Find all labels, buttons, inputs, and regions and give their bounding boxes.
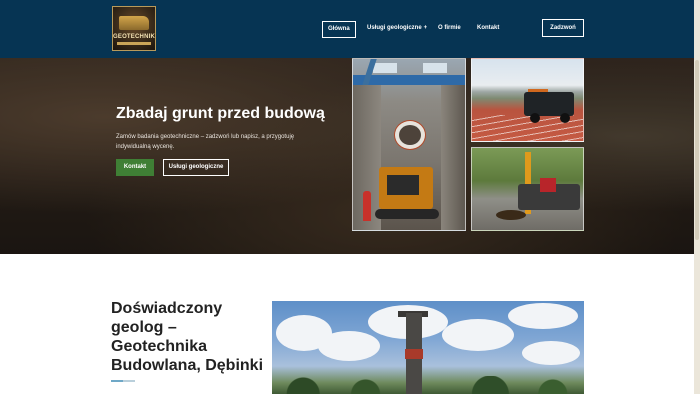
nav-item-o-firmie[interactable]: O firmie: [438, 21, 461, 36]
title-accent-line: [123, 380, 135, 382]
shaft-pipe-opening: [399, 125, 421, 145]
nav-item-label: O firmie: [438, 25, 461, 31]
nav-item-glowna[interactable]: Główna: [322, 21, 356, 38]
cloud: [508, 303, 578, 329]
section-title: Doświadczony geolog – Geotechnika Budowl…: [111, 300, 264, 374]
contact-button[interactable]: Kontakt: [116, 159, 154, 176]
cloud: [442, 319, 514, 351]
logo-text: GEOTECHNIKA: [113, 34, 156, 40]
nav-item-label: Usługi geologiczne: [367, 25, 422, 31]
logo-bar: [117, 42, 151, 45]
scrollbar[interactable]: [694, 0, 700, 394]
services-button[interactable]: Usługi geologiczne: [163, 159, 229, 176]
borehole: [496, 210, 526, 220]
call-button[interactable]: Zadzwoń: [542, 19, 584, 37]
scrollbar-thumb[interactable]: [695, 60, 699, 240]
drilling-rig-photo: [272, 301, 584, 394]
nav-item-uslugi[interactable]: Usługi geologiczne +: [367, 21, 427, 36]
shaft-wall: [441, 85, 465, 230]
nav-item-kontakt[interactable]: Kontakt: [477, 21, 499, 36]
chevron-down-icon: +: [423, 25, 428, 31]
truck-cab: [540, 178, 556, 192]
shaft-opening: [373, 63, 397, 73]
nav-item-label: Główna: [328, 26, 350, 32]
tree-line: [272, 376, 584, 394]
hero-title: Zbadaj grunt przed budową: [116, 105, 325, 122]
worker: [363, 191, 371, 221]
logo-truck-graphic: [119, 16, 149, 30]
cloud: [522, 341, 580, 365]
drill-truck-stadium-photo: [471, 58, 584, 142]
truck-wheel: [530, 113, 540, 123]
site-logo[interactable]: GEOTECHNIKA: [112, 6, 156, 51]
drill-head: [405, 349, 423, 359]
excavator-track: [375, 209, 439, 219]
cloud: [318, 331, 380, 361]
excavator-cab: [387, 175, 419, 195]
truck-wheel: [560, 113, 570, 123]
shaft-opening: [423, 63, 447, 73]
hero-description: Zamów badania geotechniczne – zadzwoń lu…: [116, 134, 295, 150]
nav-item-label: Kontakt: [477, 25, 500, 31]
drill-truck-site-photo: [471, 147, 584, 231]
shaft-excavation-photo: [352, 58, 466, 231]
hero-overlay: [0, 58, 700, 254]
site-header: GEOTECHNIKA Główna Usługi geologiczne + O…: [0, 0, 700, 58]
hero-section: Zbadaj grunt przed budową Zamów badania …: [0, 58, 700, 254]
